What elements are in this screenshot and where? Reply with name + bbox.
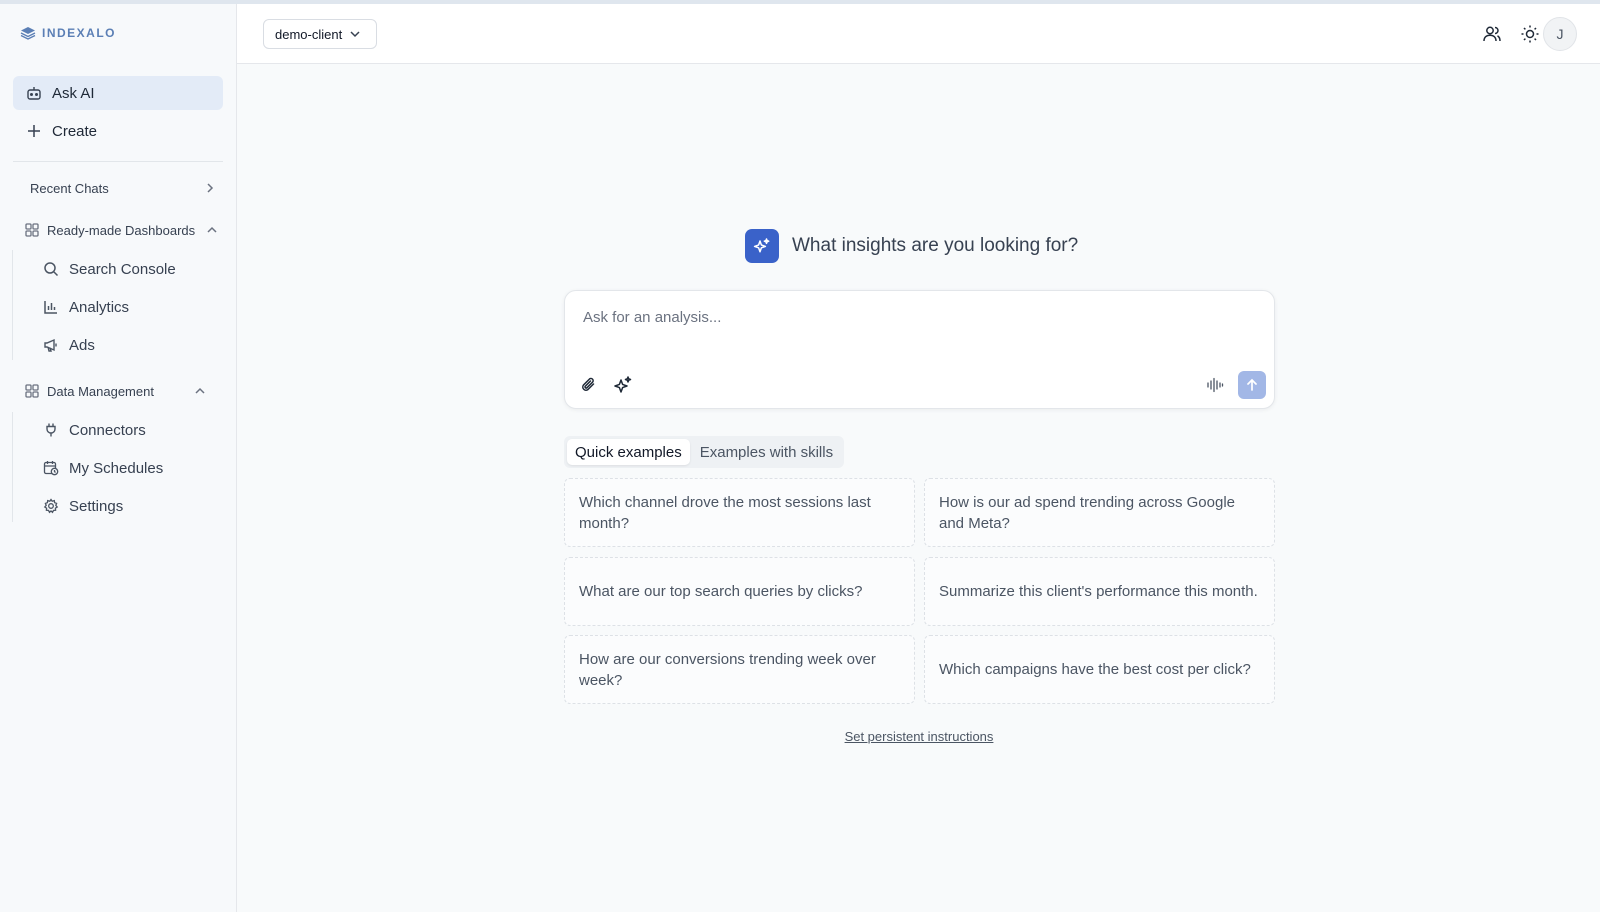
example-card[interactable]: How is our ad spend trending across Goog… xyxy=(924,478,1275,547)
search-icon xyxy=(43,261,59,277)
example-card[interactable]: How are our conversions trending week ov… xyxy=(564,635,915,704)
logo[interactable]: INDEXALO xyxy=(20,26,116,40)
sidebar-item-label: Connectors xyxy=(69,421,146,439)
chevron-up-icon xyxy=(193,384,207,398)
calendar-clock-icon xyxy=(43,460,59,476)
nav-create-label: Create xyxy=(52,122,98,140)
sidebar-item-label: Analytics xyxy=(69,298,130,316)
data-management-section-label: Data Management xyxy=(47,383,154,399)
sidebar-divider xyxy=(13,161,223,162)
client-select-value: demo-client xyxy=(275,26,343,42)
prompt-composer xyxy=(564,290,1275,409)
recent-chats-toggle[interactable]: Recent Chats xyxy=(13,174,223,202)
sun-theme-icon[interactable] xyxy=(1520,24,1540,44)
nav-ask-ai[interactable]: Ask AI xyxy=(13,76,223,110)
skills-sparkles-icon[interactable] xyxy=(613,375,633,395)
sidebar-item-connectors[interactable]: Connectors xyxy=(30,414,220,446)
section-guide-line xyxy=(12,250,13,360)
sidebar-item-label: My Schedules xyxy=(69,459,164,477)
data-management-section-toggle[interactable]: Data Management xyxy=(13,377,223,405)
sidebar: INDEXALO Ask AI Create Recent Chats Read… xyxy=(0,4,237,912)
gear-icon xyxy=(43,498,59,514)
avatar[interactable]: J xyxy=(1543,17,1577,51)
grid-icon xyxy=(25,223,39,237)
sparkles-badge xyxy=(745,229,779,263)
layers-logo-icon xyxy=(20,26,36,40)
recent-chats-label: Recent Chats xyxy=(30,180,109,196)
dashboards-section-label: Ready-made Dashboards xyxy=(47,222,196,238)
set-persistent-instructions-link[interactable]: Set persistent instructions xyxy=(0,729,1600,744)
examples-tabs: Quick examples Examples with skills xyxy=(564,436,845,468)
client-select[interactable]: demo-client xyxy=(263,19,377,49)
logo-text: INDEXALO xyxy=(42,26,117,40)
chevron-up-icon xyxy=(205,223,219,237)
paperclip-icon[interactable] xyxy=(579,375,599,395)
tab-examples-with-skills[interactable]: Examples with skills xyxy=(692,439,841,465)
arrow-up-icon xyxy=(1245,378,1259,392)
nav-ask-ai-label: Ask AI xyxy=(52,84,95,102)
sidebar-item-analytics[interactable]: Analytics xyxy=(30,291,220,323)
plus-icon xyxy=(26,123,42,139)
grid-icon xyxy=(25,384,39,398)
sidebar-item-settings[interactable]: Settings xyxy=(30,490,220,522)
chevron-right-icon xyxy=(203,181,217,195)
sidebar-item-label: Settings xyxy=(69,497,124,515)
example-card[interactable]: Summarize this client's performance this… xyxy=(924,557,1275,626)
bar-chart-icon xyxy=(43,299,59,315)
robot-icon xyxy=(26,85,42,101)
hero-heading: What insights are you looking for? xyxy=(745,229,1078,263)
sidebar-item-label: Ads xyxy=(69,336,95,354)
avatar-initial: J xyxy=(1556,26,1564,42)
chevron-down-icon xyxy=(348,27,362,41)
sidebar-item-ads[interactable]: Ads xyxy=(30,329,220,361)
dashboards-section-toggle[interactable]: Ready-made Dashboards xyxy=(13,216,223,244)
top-header: demo-client J xyxy=(237,4,1600,64)
send-button[interactable] xyxy=(1238,371,1266,399)
plug-icon xyxy=(43,422,59,438)
example-card[interactable]: What are our top search queries by click… xyxy=(564,557,915,626)
megaphone-icon xyxy=(43,337,59,353)
tab-quick-examples[interactable]: Quick examples xyxy=(567,439,690,465)
voice-waveform-icon[interactable] xyxy=(1205,375,1225,395)
prompt-input[interactable] xyxy=(583,305,1243,329)
example-card[interactable]: Which campaigns have the best cost per c… xyxy=(924,635,1275,704)
sidebar-item-label: Search Console xyxy=(69,260,176,278)
sparkles-icon xyxy=(753,237,771,255)
sidebar-item-my-schedules[interactable]: My Schedules xyxy=(30,452,220,484)
nav-create[interactable]: Create xyxy=(13,114,223,148)
page-title: What insights are you looking for? xyxy=(792,235,1079,256)
example-card[interactable]: Which channel drove the most sessions la… xyxy=(564,478,915,547)
section-guide-line xyxy=(12,412,13,522)
users-icon[interactable] xyxy=(1482,24,1502,44)
sidebar-item-search-console[interactable]: Search Console xyxy=(30,253,220,285)
